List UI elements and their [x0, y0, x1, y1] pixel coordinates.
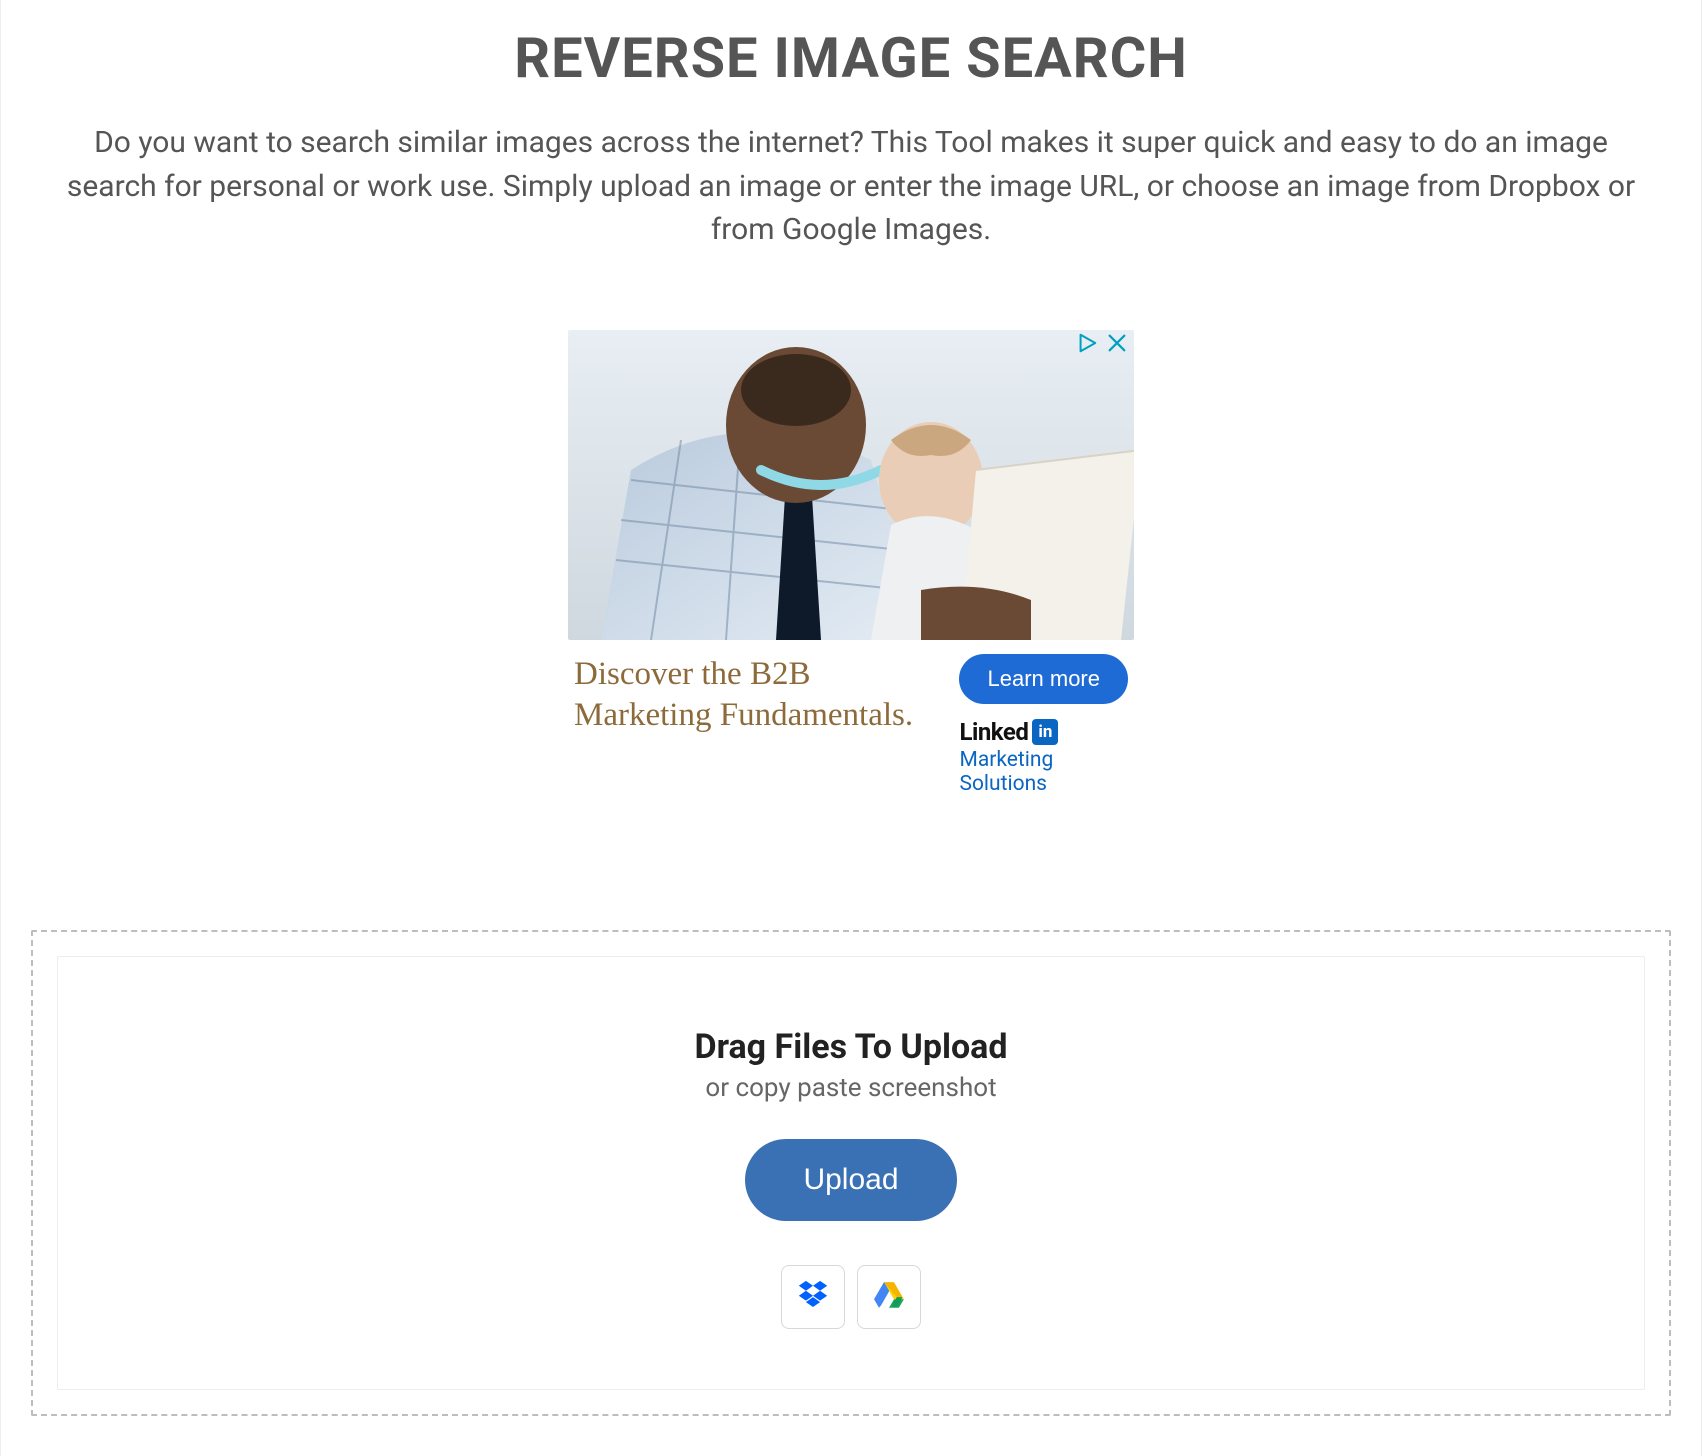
- close-ad-icon[interactable]: [1106, 332, 1128, 358]
- upload-subheading: or copy paste screenshot: [78, 1073, 1624, 1103]
- page-description: Do you want to search similar images acr…: [51, 121, 1651, 252]
- ad-learn-more-button[interactable]: Learn more: [959, 654, 1128, 704]
- page-title: REVERSE IMAGE SEARCH: [41, 25, 1661, 91]
- dropbox-button[interactable]: [781, 1265, 845, 1329]
- google-drive-button[interactable]: [857, 1265, 921, 1329]
- ad-photo: [568, 330, 1134, 640]
- upload-dropzone[interactable]: Drag Files To Upload or copy paste scree…: [31, 930, 1671, 1416]
- linkedin-in-badge-icon: in: [1032, 719, 1058, 745]
- ad-brand-word: Linked: [959, 718, 1028, 746]
- adchoices-icon[interactable]: [1076, 332, 1098, 358]
- upload-button[interactable]: Upload: [745, 1139, 956, 1221]
- google-drive-icon: [872, 1278, 906, 1316]
- ad-headline: Discover the B2B Marketing Fundamentals.: [574, 654, 941, 737]
- upload-heading: Drag Files To Upload: [78, 1027, 1624, 1067]
- ad-banner[interactable]: Discover the B2B Marketing Fundamentals.…: [560, 322, 1142, 810]
- dropbox-icon: [796, 1278, 830, 1316]
- ad-brand: Linked in Marketing Solutions: [959, 718, 1128, 796]
- ad-brand-sub: Marketing Solutions: [959, 748, 1128, 796]
